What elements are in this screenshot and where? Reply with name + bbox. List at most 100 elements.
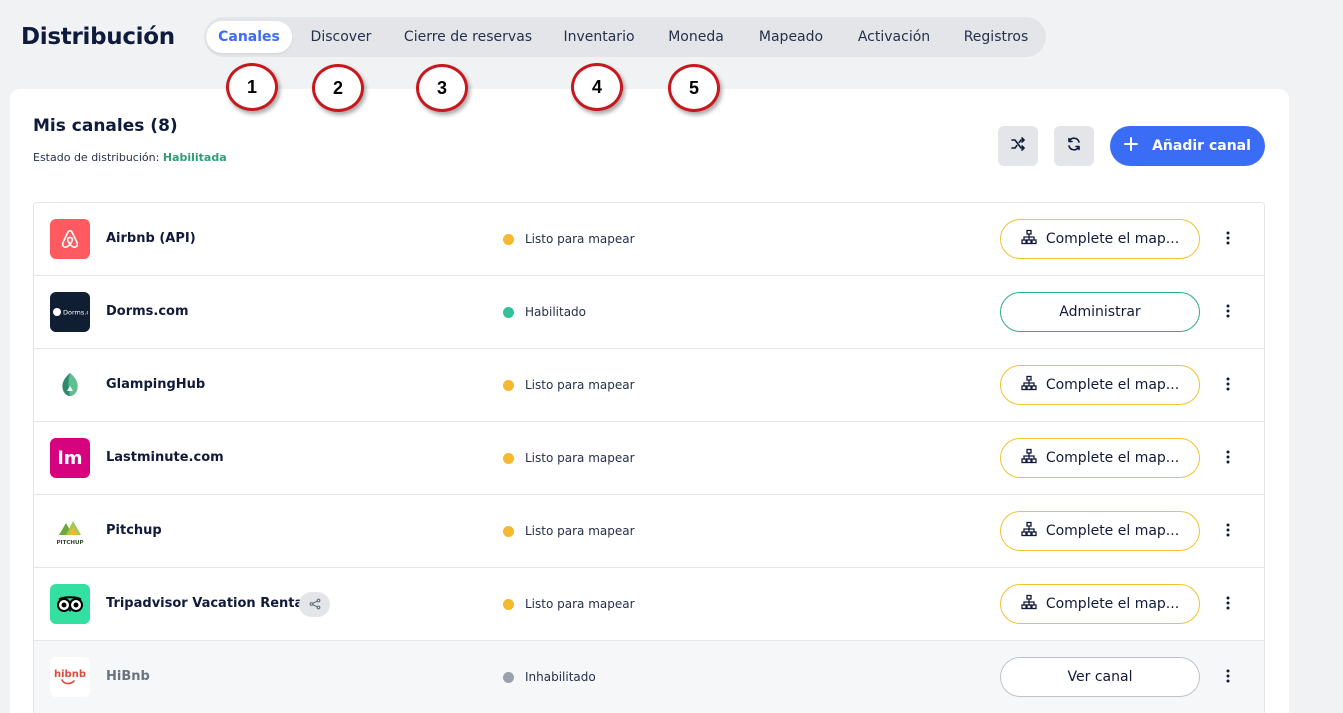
channel-name: Dorms.com <box>106 304 189 319</box>
manage-button[interactable]: Administrar <box>1000 292 1200 332</box>
channel-name: Tripadvisor Vacation Rentals <box>106 596 316 611</box>
dorms-logo-text: Dorms.com <box>63 309 88 317</box>
channel-row-airbnb: Airbnb (API) Listo para mapear Complete … <box>34 203 1264 276</box>
complete-mapping-button[interactable]: Complete el map... <box>1000 511 1200 551</box>
tab-inventario[interactable]: Inventario <box>551 21 646 53</box>
shuffle-icon <box>1010 136 1026 156</box>
channel-status: Listo para mapear <box>503 524 635 538</box>
channels-title: Mis canales (8) <box>33 116 178 136</box>
status-dot <box>503 525 514 537</box>
complete-mapping-button[interactable]: Complete el map... <box>1000 365 1200 405</box>
channel-name: Pitchup <box>106 523 162 538</box>
action-label: Complete el map... <box>1045 523 1180 539</box>
callout-marker-2: 2 <box>312 64 364 112</box>
sitemap-icon <box>1021 521 1037 541</box>
channel-status: Listo para mapear <box>503 378 635 392</box>
tab-cierre-de-reservas[interactable]: Cierre de reservas <box>392 21 544 53</box>
action-label: Complete el map... <box>1045 377 1180 393</box>
complete-mapping-button[interactable]: Complete el map... <box>1000 219 1200 259</box>
action-label: Administrar <box>1059 304 1141 320</box>
channel-status-label: Inhabilitado <box>525 670 596 684</box>
pitchup-logo: PITCHUP <box>50 511 90 551</box>
complete-mapping-button[interactable]: Complete el map... <box>1000 584 1200 624</box>
status-dot <box>503 379 514 391</box>
hibnb-logo: hibnb <box>50 657 90 697</box>
tab-moneda[interactable]: Moneda <box>656 21 736 53</box>
channel-row-glampinghub: GlampingHub Listo para mapear Complete e… <box>34 349 1264 422</box>
kebab-icon <box>1226 522 1230 541</box>
tab-registros[interactable]: Registros <box>952 21 1041 53</box>
shuffle-button[interactable] <box>998 126 1038 166</box>
channel-status-label: Listo para mapear <box>525 451 635 465</box>
distribution-status-label: Estado de distribución: <box>33 151 160 164</box>
more-options-button[interactable] <box>1220 375 1236 395</box>
kebab-icon <box>1226 376 1230 395</box>
lastminute-logo: lm <box>50 438 90 478</box>
sitemap-icon <box>1021 448 1037 468</box>
view-channel-button[interactable]: Ver canal <box>1000 657 1200 697</box>
channel-status-label: Listo para mapear <box>525 232 635 246</box>
channel-status: Listo para mapear <box>503 232 635 246</box>
channel-status: Listo para mapear <box>503 451 635 465</box>
kebab-icon <box>1226 595 1230 614</box>
add-channel-button[interactable]: Añadir canal <box>1110 126 1265 166</box>
channel-name: GlampingHub <box>106 377 206 392</box>
channel-name: HiBnb <box>106 669 150 684</box>
channel-status: Listo para mapear <box>503 597 635 611</box>
status-dot <box>503 671 514 683</box>
shared-channel-badge[interactable] <box>299 592 330 617</box>
tab-mapeado[interactable]: Mapeado <box>747 21 835 53</box>
more-options-button[interactable] <box>1220 302 1236 322</box>
pitchup-logo-text: PITCHUP <box>57 540 84 546</box>
channel-row-lastminute: lm Lastminute.com Listo para mapear Comp… <box>34 422 1264 495</box>
channel-status-label: Listo para mapear <box>525 597 635 611</box>
action-label: Ver canal <box>1067 669 1133 685</box>
glampinghub-logo <box>50 365 90 405</box>
tripadvisor-logo <box>50 584 90 624</box>
status-dot <box>503 233 514 245</box>
channel-row-hibnb: hibnb HiBnb Inhabilitado Ver canal <box>34 641 1264 713</box>
distribution-status-value: Habilitada <box>162 151 227 164</box>
plus-icon <box>1124 137 1139 155</box>
channel-row-tripadvisor: Tripadvisor Vacation Rentals Listo para … <box>34 568 1264 641</box>
callout-marker-4: 4 <box>571 63 623 111</box>
kebab-icon <box>1226 230 1230 249</box>
add-channel-label: Añadir canal <box>1152 138 1251 154</box>
callout-marker-3: 3 <box>416 64 468 112</box>
complete-mapping-button[interactable]: Complete el map... <box>1000 438 1200 478</box>
kebab-icon <box>1226 303 1230 322</box>
refresh-icon <box>1066 136 1082 156</box>
refresh-button[interactable] <box>1054 126 1094 166</box>
tab-bar: Canales Discover Cierre de reservas Inve… <box>204 17 1046 57</box>
action-label: Complete el map... <box>1045 596 1180 612</box>
kebab-icon <box>1226 449 1230 468</box>
hibnb-logo-text: hibnb <box>54 669 86 680</box>
status-dot <box>503 306 514 318</box>
tab-discover[interactable]: Discover <box>299 21 384 53</box>
channel-row-pitchup: PITCHUP Pitchup Listo para mapear Comple… <box>34 495 1264 568</box>
channel-status: Inhabilitado <box>503 670 596 684</box>
more-options-button[interactable] <box>1220 448 1236 468</box>
sitemap-icon <box>1021 594 1037 614</box>
more-options-button[interactable] <box>1220 229 1236 249</box>
channel-status-label: Listo para mapear <box>525 378 635 392</box>
status-dot <box>503 452 514 464</box>
more-options-button[interactable] <box>1220 521 1236 541</box>
more-options-button[interactable] <box>1220 667 1236 687</box>
channel-row-dorms: Dorms.com Dorms.com Habilitado Administr… <box>34 276 1264 349</box>
page-title: Distribución <box>21 24 175 50</box>
tab-activacion[interactable]: Activación <box>846 21 942 53</box>
sitemap-icon <box>1021 229 1037 249</box>
kebab-icon <box>1226 668 1230 687</box>
channel-status: Habilitado <box>503 305 586 319</box>
channel-list: Airbnb (API) Listo para mapear Complete … <box>33 202 1265 713</box>
channels-card: Mis canales (8) Estado de distribución: … <box>10 89 1289 713</box>
channel-name: Airbnb (API) <box>106 231 196 246</box>
tab-canales[interactable]: Canales <box>206 21 292 53</box>
sitemap-icon <box>1021 375 1037 395</box>
share-icon <box>309 595 321 614</box>
action-label: Complete el map... <box>1045 231 1180 247</box>
channel-status-label: Listo para mapear <box>525 524 635 538</box>
status-dot <box>503 598 514 610</box>
more-options-button[interactable] <box>1220 594 1236 614</box>
